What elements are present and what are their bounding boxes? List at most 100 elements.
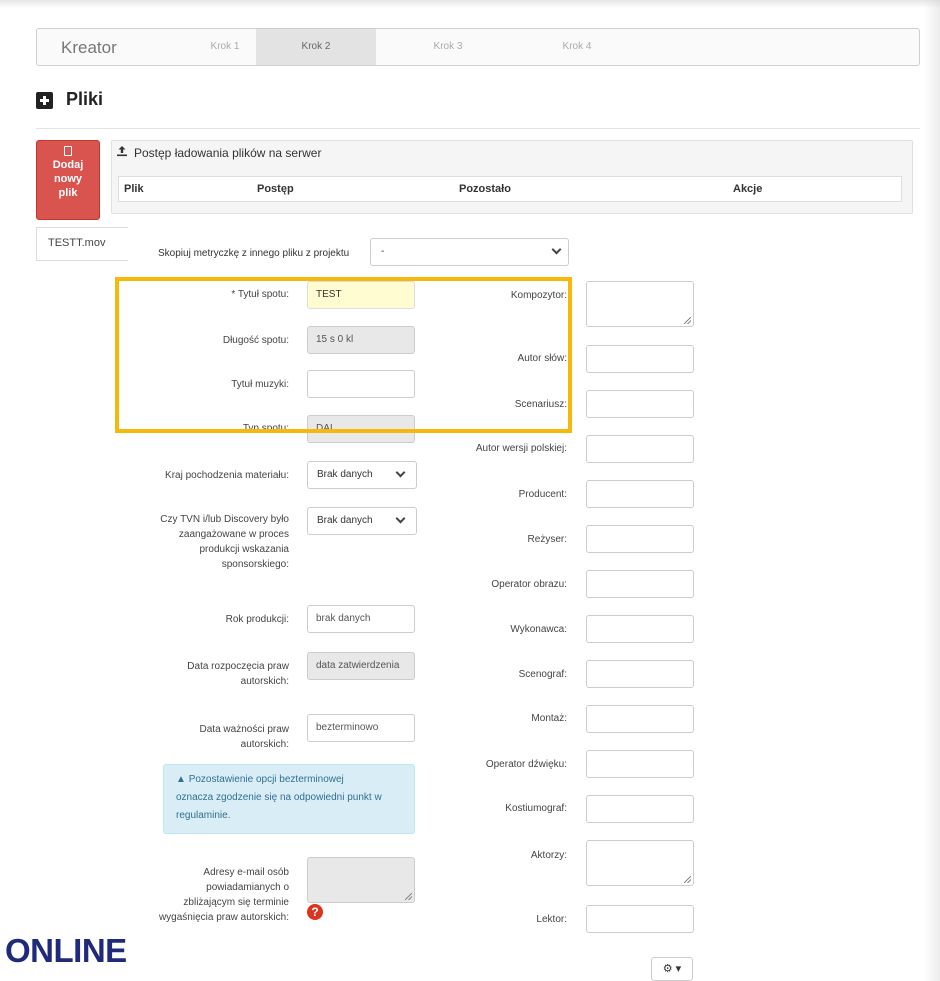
tvn-discovery-select[interactable]: Brak danych	[307, 507, 417, 535]
gear-icon: ⚙ ▾	[662, 963, 682, 975]
section-title: Pliki	[66, 89, 104, 109]
column-header-plik: Plik	[124, 183, 144, 195]
aktorzy-textarea[interactable]	[586, 840, 694, 886]
wizard-step-3[interactable]: Krok 3	[388, 29, 508, 65]
scenograf-label: Scenograf:	[518, 669, 567, 680]
typ-spotu-input: DAI	[307, 415, 415, 443]
right-shadow-strip	[924, 0, 940, 981]
data-rozpoczecia-line-1: Data rozpoczęcia praw	[187, 661, 289, 672]
scenariusz-input[interactable]	[586, 390, 694, 418]
tvn-discovery-value: Brak danych	[317, 515, 373, 526]
copy-metadata-label: Skopiuj metryczkę z innego pliku z proje…	[158, 248, 350, 259]
autor-slow-input[interactable]	[586, 345, 694, 373]
kompozytor-label: Kompozytor:	[510, 290, 567, 301]
adresy-line-2: powiadamianych o	[206, 882, 289, 893]
rezyser-input[interactable]	[586, 525, 694, 553]
chevron-down-icon	[395, 467, 406, 478]
wykonawca-label: Wykonawca:	[510, 624, 567, 635]
kostiumograf-input[interactable]	[586, 795, 694, 823]
chevron-down-icon	[395, 513, 406, 524]
adresy-email-textarea	[307, 857, 415, 903]
tytul-muzyki-label: Tytuł muzyki:	[231, 379, 289, 390]
upload-table-header: Plik Postęp Pozostało Akcje	[118, 176, 902, 202]
montaz-input[interactable]	[586, 705, 694, 733]
resize-grip-icon	[684, 876, 691, 883]
tvn-label-line-2: zaangażowane w proces	[178, 529, 289, 540]
autor-wersji-polskiej-input[interactable]	[586, 435, 694, 463]
wizard-brand: Kreator	[61, 38, 117, 57]
tvn-discovery-label: Czy TVN i/lub Discovery było zaangażowan…	[110, 512, 289, 572]
dlugosc-spotu-input: 15 s 0 kl	[307, 326, 415, 354]
section-divider	[36, 128, 920, 129]
adresy-line-4: wygaśnięcia praw autorskich:	[158, 912, 289, 923]
operator-dzwieku-input[interactable]	[586, 750, 694, 778]
operator-obrazu-input[interactable]	[586, 570, 694, 598]
tvn-label-line-1: Czy TVN i/lub Discovery było	[160, 514, 289, 525]
tytul-spotu-label: * Tytuł spotu:	[231, 289, 289, 300]
data-waznosci-line-1: Data ważności praw	[199, 724, 289, 735]
tvn-label-line-3: produkcji wskazania	[199, 544, 290, 555]
upload-icon	[117, 146, 127, 157]
rok-produkcji-label: Rok produkcji:	[225, 614, 289, 625]
wizard-step-2[interactable]: Krok 2	[256, 29, 376, 65]
kostiumograf-label: Kostiumograf:	[505, 803, 567, 814]
autor-wersji-polskiej-label: Autor wersji polskiej:	[475, 443, 567, 454]
scenariusz-label: Scenariusz:	[514, 399, 567, 410]
column-header-postep: Postęp	[257, 183, 294, 195]
producent-label: Producent:	[518, 489, 567, 500]
top-shadow-strip	[0, 0, 940, 8]
add-button-line-3: plik	[58, 187, 78, 199]
operator-dzwieku-label: Operator dźwięku:	[485, 759, 567, 770]
tytul-muzyki-input[interactable]	[307, 370, 415, 398]
aktorzy-label: Aktorzy:	[530, 850, 567, 861]
operator-obrazu-label: Operator obrazu:	[491, 579, 567, 590]
alert-line-1: Pozostawienie opcji bezterminowej	[188, 774, 344, 785]
data-rozpoczecia-label: Data rozpoczęcia praw autorskich:	[140, 659, 289, 689]
alert-line-3: regulaminie.	[176, 810, 231, 821]
data-waznosci-line-2: autorskich:	[240, 739, 289, 750]
autor-slow-label: Autor słów:	[517, 353, 567, 364]
wykonawca-input[interactable]	[586, 615, 694, 643]
adresy-line-3: zbliżającym się terminie	[183, 897, 289, 908]
warning-icon: ▲	[176, 774, 186, 785]
column-header-akcje: Akcje	[733, 183, 763, 195]
kompozytor-textarea[interactable]	[586, 281, 694, 327]
tytul-spotu-input[interactable]: TEST	[307, 281, 415, 309]
plus-square-icon[interactable]	[36, 92, 53, 109]
file-icon	[64, 146, 72, 156]
wizard-bar: Kreator Krok 1 Krok 2 Krok 3 Krok 4	[36, 28, 920, 66]
adresy-email-label: Adresy e-mail osób powiadamianych o zbli…	[140, 865, 289, 925]
typ-spotu-label: Typ spotu:	[242, 423, 289, 434]
scenograf-input[interactable]	[586, 660, 694, 688]
rok-produkcji-input[interactable]: brak danych	[307, 605, 415, 633]
online-watermark: ONLINE	[5, 932, 127, 969]
help-icon[interactable]: ?	[307, 904, 323, 920]
data-rozpoczecia-line-2: autorskich:	[240, 676, 289, 687]
data-waznosci-label: Data ważności praw autorskich:	[140, 722, 289, 752]
alert-line-2: oznacza zgodzenie się na odpowiedni punk…	[176, 792, 382, 803]
terms-info-alert: ▲ Pozostawienie opcji bezterminowej ozna…	[163, 764, 415, 834]
kraj-label: Kraj pochodzenia materiału:	[165, 470, 289, 481]
file-tab-active[interactable]: TESTT.mov	[36, 227, 128, 261]
data-rozpoczecia-input: data zatwierdzenia	[307, 652, 415, 680]
montaz-label: Montaż:	[531, 713, 567, 724]
producent-input[interactable]	[586, 480, 694, 508]
column-header-pozostalo: Pozostało	[459, 183, 511, 195]
add-new-file-button[interactable]: Dodaj nowy plik	[36, 140, 100, 220]
copy-metadata-select[interactable]: -	[370, 238, 569, 266]
upload-panel-title: Postęp ładowania plików na serwer	[134, 146, 322, 160]
tvn-label-line-4: sponsorskiego:	[221, 559, 289, 570]
resize-grip-icon	[405, 893, 412, 900]
adresy-line-1: Adresy e-mail osób	[203, 867, 289, 878]
lektor-input[interactable]	[586, 905, 694, 933]
gear-dropdown-button[interactable]: ⚙ ▾	[651, 957, 693, 981]
dlugosc-spotu-label: Długość spotu:	[222, 335, 289, 346]
add-button-line-2: nowy	[53, 173, 83, 185]
lektor-label: Lektor:	[536, 914, 567, 925]
copy-metadata-value: -	[381, 246, 385, 257]
kraj-select[interactable]: Brak danych	[307, 461, 417, 489]
chevron-down-icon	[551, 244, 562, 255]
data-waznosci-input[interactable]: bezterminowo	[307, 714, 415, 742]
wizard-step-4[interactable]: Krok 4	[517, 29, 637, 65]
resize-grip-icon	[684, 317, 691, 324]
